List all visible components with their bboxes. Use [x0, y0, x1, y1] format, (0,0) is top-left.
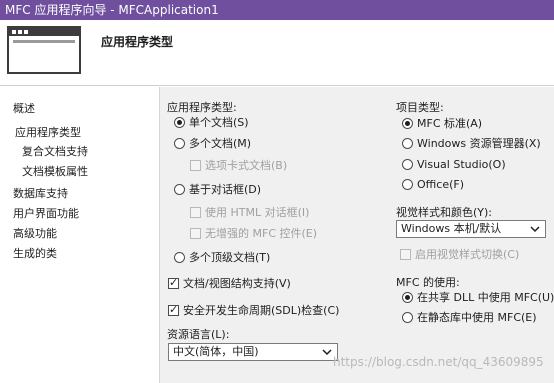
sidebar-item-document-template[interactable]: 文档模板属性 — [22, 163, 88, 179]
window-title: MFC 应用程序向导 - MFCApplication1 — [5, 3, 219, 17]
dialog-based-radio[interactable]: 基于对话框(D) — [174, 183, 261, 197]
windows-explorer-radio[interactable]: Windows 资源管理器(X) — [402, 137, 541, 151]
app-type-heading: 应用程序类型: — [167, 101, 237, 114]
project-type-heading: 项目类型: — [396, 101, 444, 114]
sidebar-item-advanced[interactable]: 高级功能 — [13, 225, 57, 241]
resource-language-label: 资源语言(L): — [167, 328, 230, 341]
wizard-sidebar: 概述 应用程序类型 复合文档支持 文档模板属性 数据库支持 用户界面功能 高级功… — [0, 87, 159, 383]
sdl-checks-checkbox[interactable]: 安全开发生命周期(SDL)检查(C) — [168, 303, 339, 318]
resource-language-value: 中文(简体，中国) — [173, 345, 259, 358]
options-panel: 应用程序类型: 单个文档(S) 多个文档(M) 选项卡式文档(B) 基于对话框(… — [159, 87, 554, 383]
use-html-dialog-checkbox[interactable]: 使用 HTML 对话框(I) — [190, 206, 309, 220]
mfc-use-heading: MFC 的使用: — [396, 276, 460, 289]
enable-style-switching-checkbox[interactable]: 启用视觉样式切换(C) — [400, 248, 519, 262]
tabbed-documents-checkbox[interactable]: 选项卡式文档(B) — [190, 159, 287, 173]
window-title-bar: MFC 应用程序向导 - MFCApplication1 — [0, 0, 554, 20]
sidebar-item-compound-document[interactable]: 复合文档支持 — [22, 143, 88, 159]
static-library-radio[interactable]: 在静态库中使用 MFC(E) — [402, 311, 537, 325]
no-enhanced-mfc-checkbox[interactable]: 无增强的 MFC 控件(E) — [190, 227, 317, 241]
sidebar-item-ui-features[interactable]: 用户界面功能 — [13, 205, 79, 221]
visual-style-label: 视觉样式和颜色(Y): — [396, 206, 493, 219]
visual-studio-radio[interactable]: Visual Studio(O) — [402, 158, 506, 172]
single-document-radio[interactable]: 单个文档(S) — [174, 116, 249, 130]
visual-style-value: Windows 本机/默认 — [401, 222, 502, 235]
watermark: https://blog.csdn.net/qq_43609895 — [333, 355, 544, 369]
page-title: 应用程序类型 — [101, 35, 174, 49]
multiple-toplevel-radio[interactable]: 多个顶级文档(T) — [174, 251, 270, 265]
chevron-down-icon — [322, 349, 332, 356]
sidebar-item-database[interactable]: 数据库支持 — [13, 185, 68, 201]
office-radio[interactable]: Office(F) — [402, 178, 464, 192]
application-window-icon — [7, 26, 81, 74]
visual-style-select[interactable]: Windows 本机/默认 — [396, 220, 546, 238]
wizard-header: 应用程序类型 — [0, 20, 554, 86]
sidebar-item-generated-classes[interactable]: 生成的类 — [13, 245, 57, 261]
sidebar-item-overview[interactable]: 概述 — [13, 100, 35, 116]
resource-language-select[interactable]: 中文(简体，中国) — [168, 343, 338, 361]
doc-view-support-checkbox[interactable]: 文档/视图结构支持(V) — [168, 276, 291, 291]
chevron-down-icon — [530, 226, 540, 233]
shared-dll-radio[interactable]: 在共享 DLL 中使用 MFC(U) — [402, 291, 554, 305]
multiple-documents-radio[interactable]: 多个文档(M) — [174, 137, 251, 151]
sidebar-item-application-type[interactable]: 应用程序类型 — [15, 124, 81, 140]
mfc-standard-radio[interactable]: MFC 标准(A) — [402, 117, 482, 131]
